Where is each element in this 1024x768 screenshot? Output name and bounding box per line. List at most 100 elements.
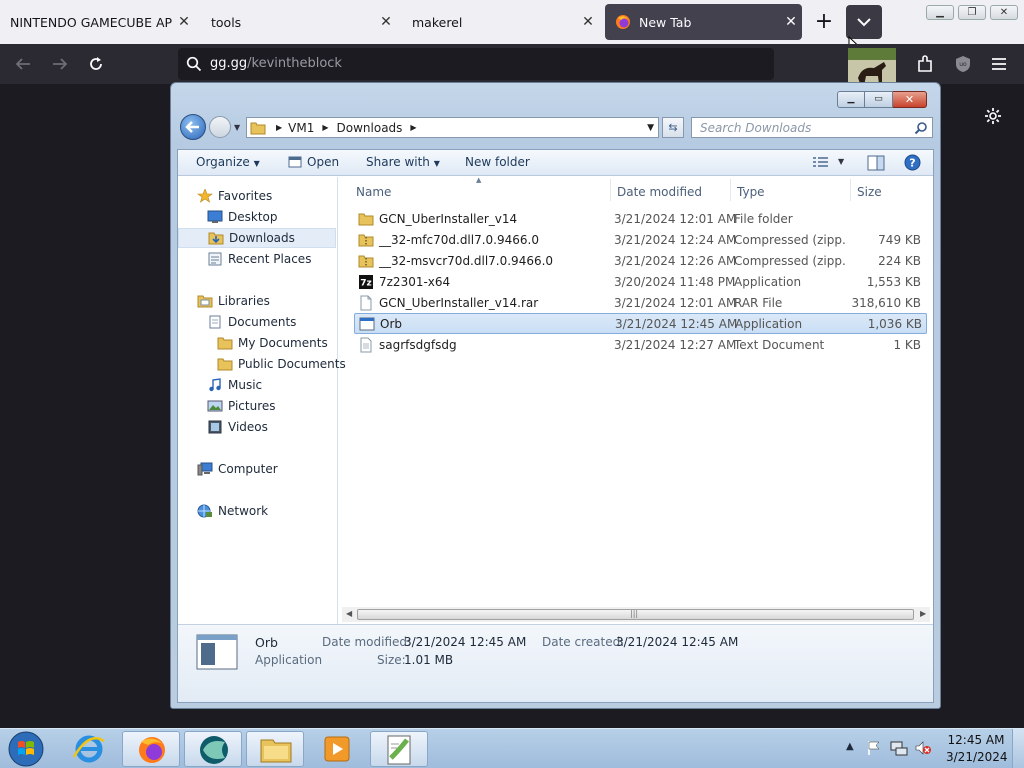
help-icon[interactable]: ? — [904, 154, 921, 171]
tab-label: makerel — [412, 14, 463, 30]
taskbar-media-player[interactable] — [308, 731, 366, 767]
breadcrumb-chevron-icon[interactable]: ▶ — [410, 123, 416, 132]
column-header-type[interactable]: Type — [737, 185, 765, 199]
tab-makerel[interactable]: makerel ✕ — [402, 0, 599, 44]
tab-new-tab[interactable]: New Tab ✕ — [605, 4, 802, 40]
horizontal-scrollbar[interactable]: ◀ ||| ▶ — [342, 607, 930, 622]
file-row[interactable]: GCN_UberInstaller_v14.rar 3/21/2024 12:0… — [354, 292, 927, 313]
nav-label: Favorites — [218, 189, 273, 203]
new-tab-button[interactable]: + — [812, 8, 836, 36]
recent-pages-dropdown[interactable]: ▼ — [234, 123, 240, 132]
taskbar-notepad-plus[interactable] — [370, 731, 428, 767]
nav-downloads[interactable]: Downloads — [178, 228, 336, 248]
nav-network[interactable]: Network — [178, 501, 336, 521]
taskbar-firefox[interactable] — [122, 731, 180, 767]
view-options-dropdown[interactable]: ▼ — [838, 157, 844, 166]
nav-public-documents[interactable]: Public Documents — [178, 354, 346, 374]
nav-computer[interactable]: Computer — [178, 459, 336, 479]
nav-desktop[interactable]: Desktop — [178, 207, 336, 227]
clock-time[interactable]: 12:45 AM — [946, 733, 1006, 747]
tab-close-icon[interactable]: ✕ — [173, 14, 195, 30]
nav-recent-places[interactable]: Recent Places — [178, 249, 336, 269]
taskbar-internet-explorer[interactable] — [60, 731, 118, 767]
volume-muted-icon[interactable] — [914, 740, 932, 756]
gear-icon[interactable] — [984, 107, 1002, 125]
svg-text:uo: uo — [959, 61, 967, 68]
details-view-icon[interactable] — [812, 156, 830, 170]
nav-my-documents[interactable]: My Documents — [178, 333, 336, 353]
explorer-maximize-button[interactable]: ▭ — [865, 91, 893, 108]
column-divider[interactable] — [610, 179, 611, 201]
details-file-name: Orb — [255, 635, 278, 650]
tab-tools[interactable]: tools ✕ — [201, 0, 397, 44]
breadcrumb-chevron-icon[interactable]: ▶ — [322, 123, 328, 132]
scroll-right-icon[interactable]: ▶ — [920, 609, 926, 618]
breadcrumb-downloads[interactable]: Downloads — [337, 121, 403, 135]
minimize-window-button[interactable]: ▁ — [926, 5, 954, 20]
column-header-name[interactable]: Name — [356, 185, 391, 199]
breadcrumb-vm1[interactable]: VM1 — [288, 121, 314, 135]
network-status-icon[interactable] — [890, 740, 908, 756]
file-row[interactable]: 7z 7z2301-x64 3/20/2024 11:48 PM Applicat… — [354, 271, 927, 292]
share-with-menu[interactable]: Share with ▼ — [366, 155, 440, 169]
explorer-minimize-button[interactable]: ▁ — [837, 91, 865, 108]
clock-date[interactable]: 3/21/2024 — [946, 750, 1008, 764]
column-divider[interactable] — [850, 179, 851, 201]
taskbar-orb-app[interactable] — [184, 731, 242, 767]
ublock-icon[interactable]: uo — [953, 54, 973, 74]
show-desktop-button[interactable] — [1012, 729, 1024, 768]
address-history-dropdown[interactable]: ▼ — [647, 123, 654, 133]
nav-documents[interactable]: Documents — [178, 312, 336, 332]
start-button-icon[interactable] — [4, 729, 48, 768]
tab-close-icon[interactable]: ✕ — [577, 14, 599, 30]
open-button[interactable]: Open — [288, 155, 339, 169]
file-name: __32-msvcr70d.dll7.0.9466.0 — [379, 253, 554, 268]
forward-icon[interactable] — [51, 56, 69, 72]
nav-music[interactable]: Music — [178, 375, 336, 395]
restore-window-button[interactable]: ❐ — [958, 5, 986, 20]
organize-menu[interactable]: Organize ▼ — [196, 155, 260, 169]
notepad-plus-icon — [387, 735, 411, 765]
nav-pictures[interactable]: Pictures — [178, 396, 336, 416]
file-row[interactable]: sagrfsdgfsdg 3/21/2024 12:27 AM Text Doc… — [354, 334, 927, 355]
explorer-back-button[interactable] — [180, 114, 206, 140]
file-row[interactable]: __32-msvcr70d.dll7.0.9466.0 3/21/2024 12… — [354, 250, 927, 271]
tab-nintendo-api[interactable]: NINTENDO GAMECUBE API Ref ✕ — [0, 0, 195, 44]
scroll-left-icon[interactable]: ◀ — [346, 609, 352, 618]
taskbar-file-explorer[interactable] — [246, 731, 304, 767]
column-divider[interactable] — [730, 179, 731, 201]
menu-icon[interactable] — [990, 56, 1008, 72]
explorer-forward-button[interactable] — [209, 116, 231, 138]
tab-close-icon[interactable]: ✕ — [780, 14, 802, 30]
search-box[interactable]: Search Downloads — [691, 117, 933, 138]
nav-videos[interactable]: Videos — [178, 417, 336, 437]
nav-favorites[interactable]: Favorites — [178, 186, 336, 206]
explorer-close-button[interactable]: ✕ — [893, 91, 927, 108]
refresh-button[interactable]: ⇆ — [662, 117, 684, 138]
action-center-flag-icon[interactable] — [866, 740, 882, 756]
taskbar: ▲ 12:45 AM 3/21/2024 — [0, 728, 1024, 768]
breadcrumb-chevron-icon[interactable]: ▶ — [276, 123, 282, 132]
column-header-date[interactable]: Date modified — [617, 185, 702, 199]
preview-pane-icon[interactable] — [867, 155, 885, 171]
show-hidden-icons-button[interactable]: ▲ — [846, 741, 854, 752]
file-row-selected[interactable]: Orb 3/21/2024 12:45 AM Application 1,036… — [354, 313, 927, 334]
address-bar[interactable]: ▶ VM1 ▶ Downloads ▶ ▼ — [246, 117, 659, 138]
back-icon[interactable] — [14, 56, 32, 72]
nav-libraries[interactable]: Libraries — [178, 291, 336, 311]
tab-close-icon[interactable]: ✕ — [375, 14, 397, 30]
list-all-tabs-button[interactable] — [846, 5, 882, 39]
column-header-size[interactable]: Size — [857, 185, 882, 199]
nav-label: Downloads — [229, 231, 295, 245]
close-window-button[interactable]: ✕ — [990, 5, 1018, 20]
file-explorer-icon — [260, 739, 292, 763]
file-row[interactable]: GCN_UberInstaller_v14 3/21/2024 12:01 AM… — [354, 208, 927, 229]
file-row[interactable]: __32-mfc70d.dll7.0.9466.0 3/21/2024 12:2… — [354, 229, 927, 250]
scrollbar-thumb[interactable]: ||| — [357, 609, 914, 620]
videos-icon — [208, 420, 222, 434]
url-bar[interactable]: gg.gg/kevintheblock — [178, 48, 774, 80]
reload-icon[interactable] — [87, 55, 105, 73]
star-icon — [197, 189, 213, 203]
extensions-icon[interactable] — [915, 54, 935, 74]
new-folder-button[interactable]: New folder — [465, 155, 530, 169]
